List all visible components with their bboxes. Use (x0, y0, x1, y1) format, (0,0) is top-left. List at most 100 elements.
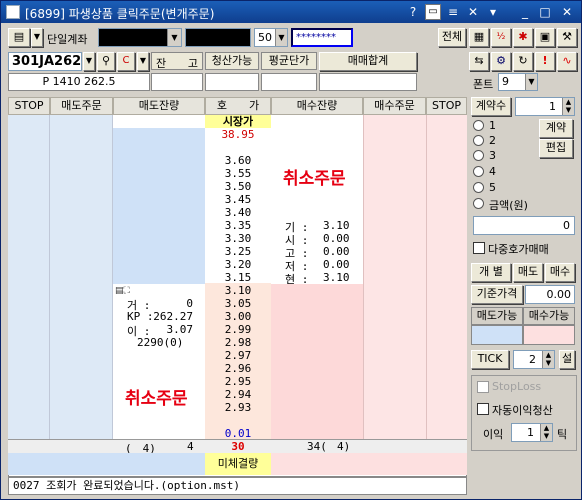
font-size-select[interactable]: 9 ▼ (498, 73, 538, 91)
menu-dropdown-icon[interactable]: ▼ (31, 28, 43, 47)
price-cell[interactable]: 3.05 (205, 297, 271, 310)
price-cell[interactable]: 2.99 (205, 323, 271, 336)
price-cell[interactable]: 2.98 (205, 336, 271, 349)
stats-toggle-icon[interactable]: ▤⛶ (115, 286, 130, 296)
code-dropdown-icon[interactable]: ▼ (137, 52, 149, 71)
print-icon[interactable]: ▣ (535, 28, 555, 47)
qty-radio-1[interactable] (473, 120, 484, 131)
buy-order-column[interactable] (363, 115, 426, 439)
price-cell[interactable]: 2.93 (205, 401, 271, 414)
stoploss-checkbox[interactable] (477, 381, 489, 393)
count-select[interactable]: 50 ▼ (254, 28, 288, 47)
chevron-down-icon[interactable]: ▼ (167, 29, 181, 46)
maximize-button[interactable]: □ (537, 4, 553, 20)
qty-radio-2-label: 2 (489, 134, 496, 147)
account-number-select[interactable]: ▼ (98, 28, 182, 47)
menu-icon[interactable]: ▤ (8, 28, 30, 47)
amount-radio[interactable] (473, 198, 484, 209)
sort-icon[interactable]: ½ (491, 28, 511, 47)
alert-icon[interactable]: ✱ (513, 28, 533, 47)
price-cell[interactable]: 3.20 (205, 258, 271, 271)
cancel-buy-order-button[interactable]: 취소주문 (283, 164, 346, 189)
status-bar: 0027 조회가 완료되었습니다.(option.mst) (8, 477, 467, 495)
warning-icon[interactable]: ! (535, 52, 555, 71)
qty-radio-3[interactable] (473, 150, 484, 161)
price-cell[interactable]: 3.60 (205, 154, 271, 167)
settings-toggle-icon[interactable]: ≡ (445, 4, 461, 20)
config-icon[interactable]: ⚙ (491, 52, 511, 71)
tick-setting-button[interactable]: 설 (559, 350, 575, 369)
price-cell[interactable]: 3.30 (205, 232, 271, 245)
contract-qty-button[interactable]: 계약수 (471, 97, 511, 116)
spinner-icon[interactable]: ▲ ▼ (542, 351, 554, 368)
symbol-input[interactable]: 301JA262 (8, 52, 82, 71)
header-buy-order: 매수주문 (363, 97, 426, 115)
multi-price-checkbox[interactable] (473, 242, 485, 254)
password-field[interactable]: ******** (291, 28, 353, 47)
layout-icon[interactable]: ▭ (425, 4, 441, 20)
price-cell[interactable]: 3.00 (205, 310, 271, 323)
price-cell[interactable]: 3.35 (205, 219, 271, 232)
all-button[interactable]: 전체 (438, 28, 466, 47)
price-cell[interactable]: 3.15 (205, 271, 271, 284)
edit-button[interactable]: 편집 (539, 139, 573, 158)
avg-price-label: 평균단가 (261, 52, 317, 70)
price-cell[interactable]: 3.10 (205, 284, 271, 297)
profit-input[interactable]: 1 ▲ ▼ (511, 423, 553, 442)
remain-label: 잔 (156, 57, 167, 70)
base-price-input[interactable]: 0.00 (525, 285, 575, 304)
spinner-icon[interactable]: ▲ ▼ (540, 424, 552, 441)
contract-qty-input[interactable]: 1 ▲ ▼ (515, 97, 575, 116)
price-cell[interactable]: 3.50 (205, 180, 271, 193)
price-cell[interactable]: 3.55 (205, 167, 271, 180)
trade-sum-button[interactable]: 매매합계 (319, 52, 417, 71)
qty-radio-5-label: 5 (489, 181, 496, 194)
tick-input[interactable]: 2 ▲ ▼ (513, 350, 555, 369)
price-cell[interactable]: 2.96 (205, 362, 271, 375)
buy-stop-column[interactable] (426, 115, 467, 439)
ohlc-high-value: 0.00 (323, 245, 350, 258)
font-size-value: 9 (502, 75, 509, 88)
sell-order-column[interactable] (50, 115, 113, 439)
calc-contract-button[interactable]: 계약 (539, 119, 573, 138)
chevron-down-icon[interactable]: ▼ (275, 29, 287, 46)
help-button[interactable]: ? (405, 4, 421, 20)
upper-limit-price[interactable]: 38.95 (205, 128, 271, 141)
base-price-button[interactable]: 기준가격 (471, 285, 523, 304)
total-sell-qty: 4 (187, 440, 194, 453)
qty-radio-4[interactable] (473, 166, 484, 177)
pin-icon[interactable]: ✕ (465, 4, 481, 20)
symbol-dropdown-icon[interactable]: ▼ (83, 52, 95, 71)
price-cell[interactable]: 3.40 (205, 206, 271, 219)
refresh-icon[interactable]: ↻ (513, 52, 533, 71)
price-cell[interactable]: 2.97 (205, 349, 271, 362)
amount-input[interactable]: 0 (473, 216, 575, 235)
price-cell[interactable]: 2.94 (205, 388, 271, 401)
auto-profit-checkbox[interactable] (477, 403, 489, 415)
wrench-icon[interactable]: ⚒ (557, 28, 577, 47)
contract-qty-value: 1 (549, 100, 556, 113)
spinner-icon[interactable]: ▲ ▼ (562, 98, 574, 115)
chart-icon[interactable]: ∿ (557, 52, 577, 71)
swap-icon[interactable]: ⇆ (469, 52, 489, 71)
price-cell[interactable]: 3.25 (205, 245, 271, 258)
market-price-cell[interactable]: 시장가 (205, 115, 271, 128)
minimize-button[interactable]: _ (517, 4, 533, 20)
close-button[interactable]: ✕ (559, 4, 575, 20)
qty-radio-5[interactable] (473, 182, 484, 193)
code-icon[interactable]: C (117, 52, 135, 71)
grid-icon[interactable]: ▦ (469, 28, 489, 47)
cancel-sell-order-button[interactable]: 취소주문 (125, 384, 188, 409)
price-cell[interactable]: 3.45 (205, 193, 271, 206)
individual-button[interactable]: 개 별 (471, 263, 511, 282)
window-title: [6899] 파생상품 클릭주문(변개주문) (25, 7, 215, 21)
chevron-down-icon[interactable]: ▼ (525, 74, 537, 90)
buy-button[interactable]: 매수 (545, 263, 575, 282)
tick-button[interactable]: TICK (471, 350, 509, 369)
account-name-field (185, 28, 251, 47)
search-icon[interactable]: ⚲ (97, 52, 115, 71)
qty-radio-2[interactable] (473, 135, 484, 146)
dropdown-icon[interactable]: ▾ (485, 4, 501, 20)
price-cell[interactable]: 2.95 (205, 375, 271, 388)
sell-button[interactable]: 매도 (513, 263, 543, 282)
